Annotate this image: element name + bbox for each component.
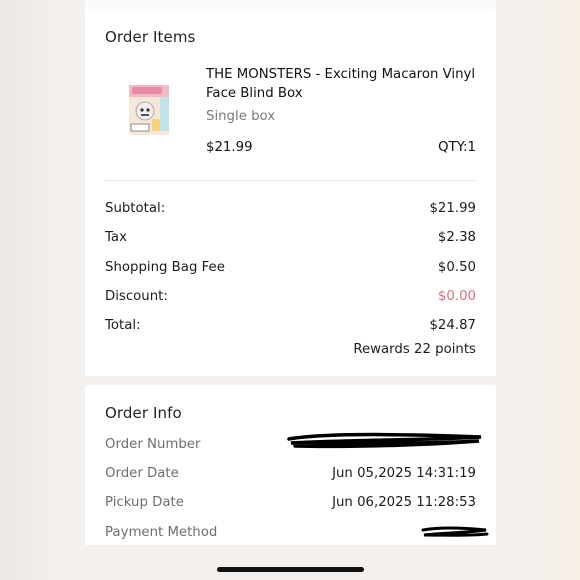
info-label: Pickup Date: [105, 494, 184, 510]
info-label: Payment Method: [105, 524, 218, 540]
previous-card-edge: [85, 0, 496, 9]
rewards-row: Rewards 22 points: [105, 339, 476, 359]
product-thumbnail[interactable]: [128, 83, 172, 137]
divider: [105, 180, 476, 181]
info-row-pickup-date: Pickup Date Jun 06,2025 11:28:53: [105, 492, 476, 512]
info-label: Order Date: [105, 465, 179, 481]
order-items-title: Order Items: [105, 28, 196, 46]
summary-row-bag-fee: Shopping Bag Fee $0.50: [105, 257, 476, 277]
summary-value: $2.38: [437, 229, 476, 245]
product-name[interactable]: THE MONSTERS - Exciting Macaron Vinyl Fa…: [206, 65, 486, 103]
summary-label: Tax: [105, 229, 127, 245]
summary-row-subtotal: Subtotal: $21.99: [105, 198, 476, 218]
summary-label: Discount:: [105, 288, 168, 304]
order-info-title: Order Info: [105, 404, 182, 422]
product-variant: Single box: [206, 109, 276, 124]
redaction-scribble-order-number: [287, 432, 482, 449]
redaction-scribble-payment: [421, 526, 489, 537]
summary-value: $24.87: [429, 317, 476, 333]
summary-row-tax: Tax $2.38: [105, 227, 476, 247]
order-info-card: Order Info Order Number Order Date Jun 0…: [85, 385, 496, 545]
discount-value: $0.00: [437, 288, 476, 304]
product-price: $21.99: [206, 140, 253, 155]
info-row-order-date: Order Date Jun 05,2025 14:31:19: [105, 463, 476, 483]
product-quantity: QTY:1: [438, 140, 476, 155]
summary-label: Shopping Bag Fee: [105, 259, 225, 275]
summary-label: Subtotal:: [105, 200, 166, 216]
summary-value: $0.50: [437, 259, 476, 275]
info-label: Order Number: [105, 436, 201, 452]
summary-row-total: Total: $24.87: [105, 315, 476, 335]
summary-label: Total:: [105, 317, 141, 333]
home-indicator[interactable]: [217, 567, 364, 572]
order-items-card: Order Items THE MONSTERS - Exciting Maca…: [85, 9, 496, 376]
order-date-value: Jun 05,2025 14:31:19: [332, 465, 476, 481]
product-image-icon: [129, 85, 169, 135]
rewards-points: Rewards 22 points: [353, 341, 476, 357]
pickup-date-value: Jun 06,2025 11:28:53: [332, 494, 476, 510]
summary-value: $21.99: [429, 200, 476, 216]
summary-row-discount: Discount: $0.00: [105, 286, 476, 306]
